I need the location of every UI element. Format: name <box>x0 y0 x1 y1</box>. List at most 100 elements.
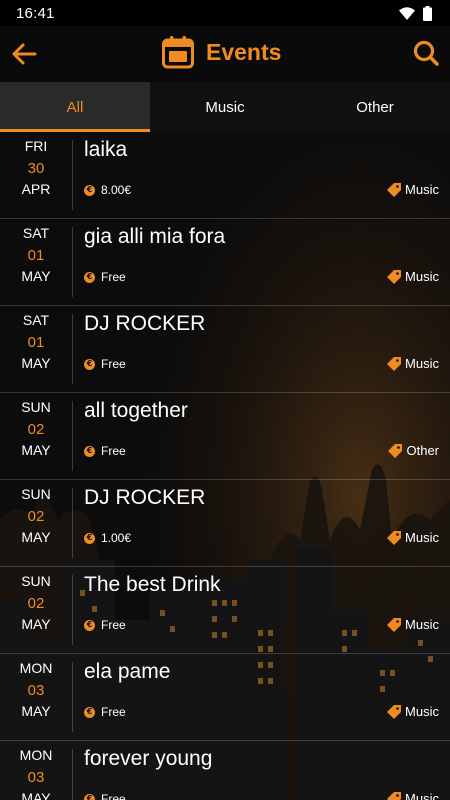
event-weekday: SAT <box>22 312 50 328</box>
event-category: Music <box>387 182 439 197</box>
event-day: 01 <box>27 246 45 264</box>
event-price: € Free <box>84 357 126 371</box>
event-category-text: Music <box>405 269 439 284</box>
title-group: Events <box>162 32 281 72</box>
event-row[interactable]: MON 03 MAY forever young € Free Music <box>0 741 450 800</box>
tab-all[interactable]: All <box>0 82 150 132</box>
event-row[interactable]: SUN 02 MAY DJ ROCKER € 1.00€ Music <box>0 480 450 567</box>
tag-icon <box>387 182 402 197</box>
date-divider <box>72 575 73 645</box>
tag-icon <box>387 356 402 371</box>
date-divider <box>72 227 73 297</box>
event-weekday: MON <box>19 660 53 676</box>
event-weekday: SUN <box>21 486 51 502</box>
event-category-text: Music <box>405 356 439 371</box>
event-date: SUN 02 MAY <box>0 484 72 549</box>
event-category-text: Music <box>405 791 439 800</box>
event-weekday: FRI <box>24 138 48 154</box>
event-day: 02 <box>27 420 45 438</box>
event-date: FRI 30 APR <box>0 136 72 201</box>
tab-label: All <box>66 98 84 116</box>
date-divider <box>72 140 73 210</box>
event-price-text: Free <box>101 270 126 284</box>
battery-icon <box>423 5 432 21</box>
app-bar: Events <box>0 26 450 82</box>
event-price-text: Free <box>101 705 126 719</box>
status-bar: 16:41 <box>0 0 450 26</box>
event-title: ela pame <box>84 660 171 683</box>
event-day: 30 <box>27 159 45 177</box>
event-price: € Free <box>84 792 126 800</box>
tag-icon <box>387 269 402 284</box>
back-arrow-icon[interactable] <box>10 40 38 68</box>
tag-icon <box>387 704 402 719</box>
event-weekday: MON <box>19 747 53 763</box>
euro-coin-icon: € <box>84 184 95 196</box>
event-day: 03 <box>27 681 45 699</box>
event-date: SUN 02 MAY <box>0 571 72 636</box>
tab-music[interactable]: Music <box>150 82 300 132</box>
event-weekday: SUN <box>21 573 51 589</box>
tag-icon <box>387 530 402 545</box>
event-month: MAY <box>21 529 51 545</box>
event-day: 02 <box>27 507 45 525</box>
tab-other[interactable]: Other <box>300 82 450 132</box>
event-category-text: Music <box>405 617 439 632</box>
event-category: Music <box>387 530 439 545</box>
event-title: laika <box>84 138 128 161</box>
event-title: forever young <box>84 747 213 770</box>
calendar-icon <box>162 36 194 69</box>
event-row[interactable]: SUN 02 MAY all together € Free Other <box>0 393 450 480</box>
event-row[interactable]: SAT 01 MAY gia alli mia fora € Free Musi… <box>0 219 450 306</box>
event-price: € 8.00€ <box>84 183 131 197</box>
event-title: DJ ROCKER <box>84 312 206 335</box>
event-price: € Free <box>84 705 126 719</box>
euro-coin-icon: € <box>84 358 95 370</box>
event-category-text: Music <box>405 704 439 719</box>
event-date: SAT 01 MAY <box>0 223 72 288</box>
event-row[interactable]: SAT 01 MAY DJ ROCKER € Free Music <box>0 306 450 393</box>
tab-label: Other <box>356 98 394 116</box>
event-price: € 1.00€ <box>84 531 131 545</box>
euro-coin-icon: € <box>84 619 95 631</box>
event-day: 03 <box>27 768 45 786</box>
event-price-text: Free <box>101 444 126 458</box>
date-divider <box>72 488 73 558</box>
event-price-text: Free <box>101 618 126 632</box>
event-category: Music <box>387 356 439 371</box>
event-category: Music <box>387 269 439 284</box>
event-category: Music <box>387 791 439 800</box>
tag-icon <box>388 443 403 458</box>
category-tabs: All Music Other <box>0 82 450 132</box>
event-title: gia alli mia fora <box>84 225 226 248</box>
event-price-text: 1.00€ <box>101 531 132 545</box>
event-category: Other <box>388 443 439 458</box>
event-category: Music <box>387 617 439 632</box>
page-title: Events <box>206 38 282 65</box>
event-month: APR <box>21 181 51 197</box>
event-date: MON 03 MAY <box>0 658 72 723</box>
event-month: MAY <box>21 355 51 371</box>
event-title: all together <box>84 399 188 422</box>
events-list: FRI 30 APR laika € 8.00€ Music SAT 01 MA… <box>0 132 450 800</box>
event-price-text: Free <box>101 792 126 800</box>
search-icon[interactable] <box>412 39 440 67</box>
event-row[interactable]: MON 03 MAY ela pame € Free Music <box>0 654 450 741</box>
event-price-text: Free <box>101 357 126 371</box>
event-price: € Free <box>84 444 126 458</box>
event-month: MAY <box>21 703 51 719</box>
date-divider <box>72 314 73 384</box>
event-day: 01 <box>27 333 45 351</box>
event-title: DJ ROCKER <box>84 486 206 509</box>
euro-coin-icon: € <box>84 793 95 800</box>
event-row[interactable]: FRI 30 APR laika € 8.00€ Music <box>0 132 450 219</box>
event-date: MON 03 MAY <box>0 745 72 800</box>
event-price: € Free <box>84 618 126 632</box>
euro-coin-icon: € <box>84 706 95 718</box>
event-date: SAT 01 MAY <box>0 310 72 375</box>
event-category-text: Music <box>405 530 439 545</box>
event-day: 02 <box>27 594 45 612</box>
event-weekday: SAT <box>22 225 50 241</box>
wifi-icon <box>399 6 415 20</box>
event-row[interactable]: SUN 02 MAY The best Drink € Free Music <box>0 567 450 654</box>
